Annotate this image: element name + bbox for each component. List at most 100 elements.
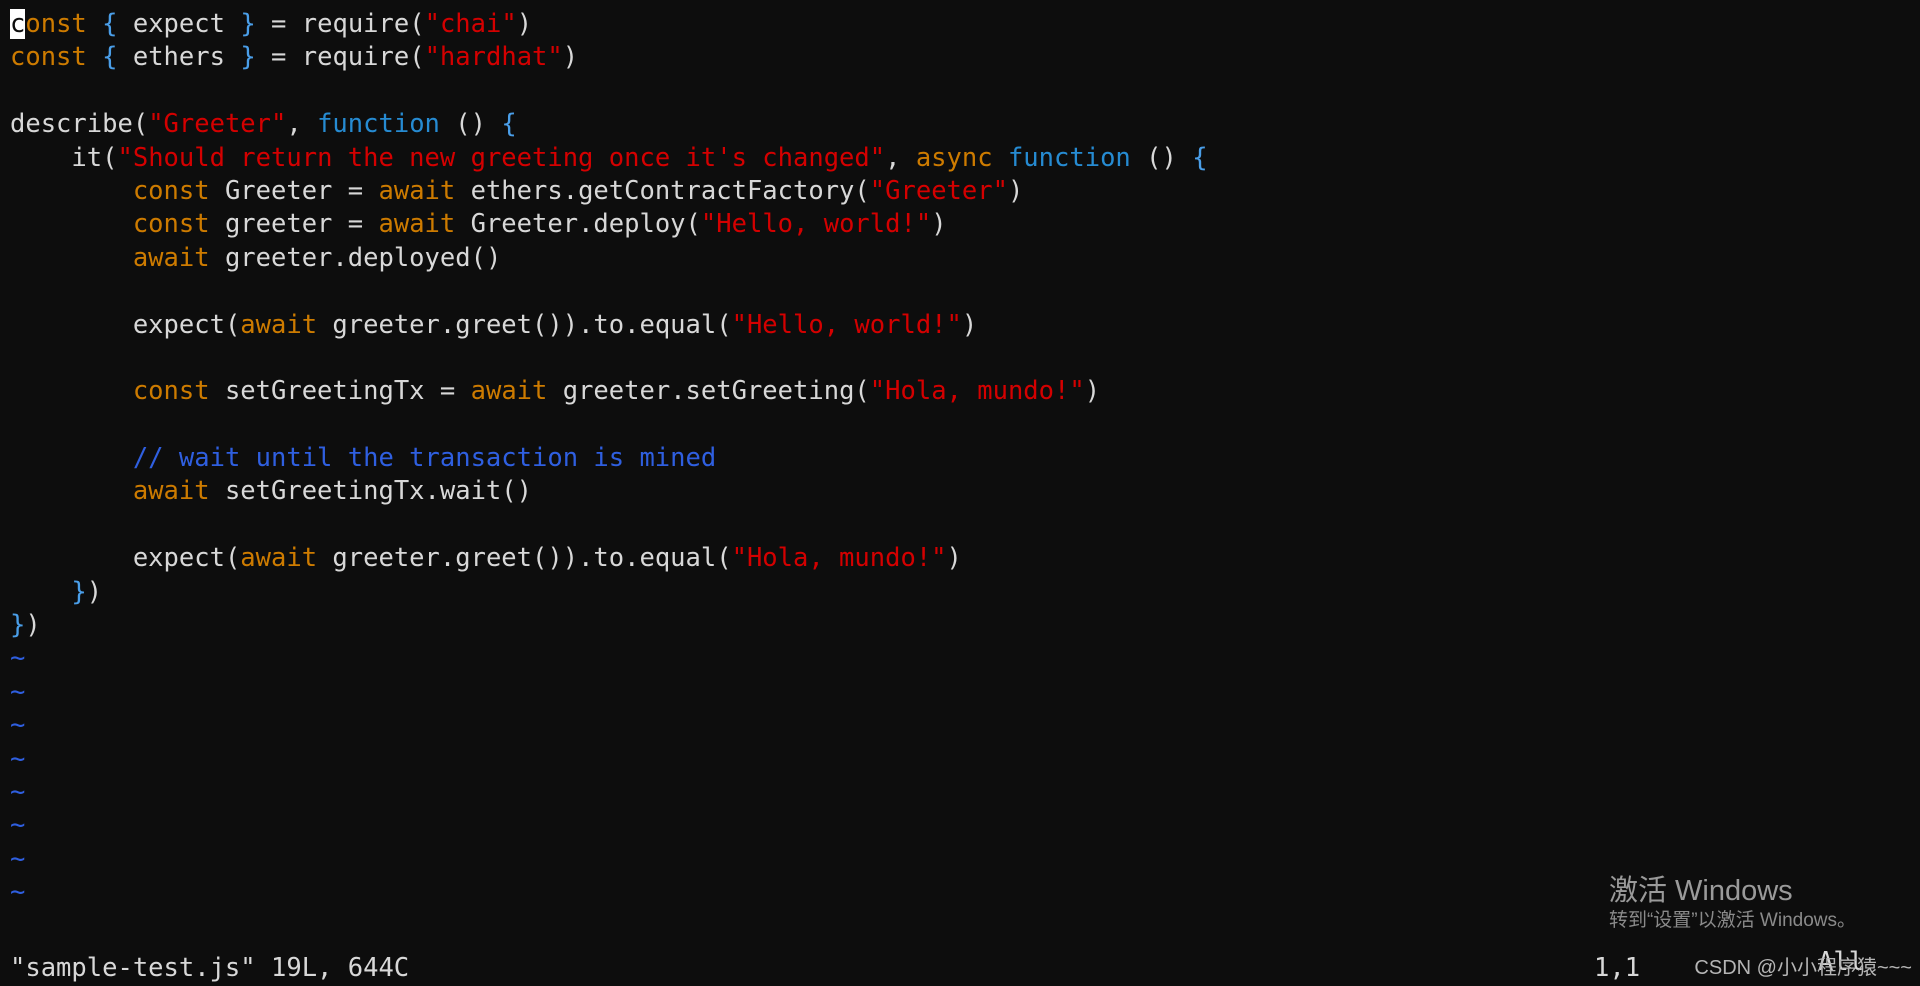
code-line[interactable] — [10, 509, 1920, 542]
code-token: ( — [854, 376, 870, 407]
code-token: () — [501, 476, 533, 507]
code-line[interactable]: await setGreetingTx.wait() — [10, 475, 1920, 508]
code-token: "Greeter" — [869, 175, 1008, 206]
code-token: "Should return the new greeting once it'… — [117, 142, 886, 173]
code-token: () — [470, 242, 502, 273]
code-line[interactable]: const { ethers } = require("hardhat") — [10, 41, 1920, 74]
code-line[interactable] — [10, 75, 1920, 108]
code-token: greeter.greet — [317, 543, 532, 574]
code-line[interactable]: }) — [10, 576, 1920, 609]
code-line[interactable]: describe("Greeter", function () { — [10, 108, 1920, 141]
code-token: describe — [10, 109, 133, 140]
code-line[interactable]: }) — [10, 609, 1920, 642]
code-token: ( — [854, 175, 870, 206]
code-token: setGreetingTx.wait — [209, 476, 502, 507]
code-token: function — [317, 109, 440, 140]
code-token: ( — [409, 42, 425, 73]
code-token: { — [102, 9, 118, 39]
code-token: .to.equal — [578, 543, 717, 574]
code-line[interactable]: expect(await greeter.greet()).to.equal("… — [10, 309, 1920, 342]
code-token: ethers.getContractFactory — [455, 175, 855, 206]
code-line[interactable]: const Greeter = await ethers.getContract… — [10, 175, 1920, 208]
code-token: "chai" — [424, 9, 517, 39]
code-token: = — [271, 42, 287, 73]
code-token: // wait until the transaction is mined — [132, 443, 717, 474]
code-line[interactable]: expect(await greeter.greet()).to.equal("… — [10, 542, 1920, 575]
code-token: = — [347, 175, 364, 206]
code-token: await — [132, 242, 210, 273]
code-line[interactable]: // wait until the transaction is mined — [10, 442, 1920, 475]
code-token: await — [378, 175, 456, 206]
empty-line-marker: ~ — [10, 743, 26, 774]
vim-status-line: "sample-test.js" 19L, 644C 1,1 All — [0, 947, 1920, 986]
status-cursor-position: 1,1 — [1594, 953, 1641, 983]
code-token: ) — [1084, 376, 1101, 407]
code-token: } — [71, 576, 87, 607]
code-token: { — [102, 42, 118, 73]
code-token: const — [10, 42, 87, 73]
code-token: } — [240, 9, 256, 39]
code-line[interactable]: const setGreetingTx = await greeter.setG… — [10, 375, 1920, 408]
code-token: = — [439, 376, 456, 407]
vim-text-buffer[interactable]: const { expect } = require("chai") const … — [0, 0, 1920, 910]
code-token: ( — [132, 109, 149, 140]
code-token: await — [470, 376, 548, 407]
empty-line-marker: ~ — [10, 710, 26, 741]
code-token: "Hello, world!" — [700, 209, 932, 240]
code-line[interactable] — [10, 275, 1920, 308]
code-line[interactable]: it("Should return the new greeting once … — [10, 142, 1920, 175]
code-token: .to.equal — [578, 309, 717, 340]
code-line[interactable] — [10, 342, 1920, 375]
code-token: "Hello, world!" — [731, 309, 962, 340]
code-token: function — [1007, 142, 1131, 173]
code-token: ) — [961, 309, 978, 340]
code-token: ( — [685, 209, 701, 240]
code-token: "Hola, mundo!" — [869, 376, 1085, 407]
terminal-window: const { expect } = require("chai") const … — [0, 0, 1920, 986]
code-token: require — [286, 42, 410, 73]
code-token: ()) — [532, 309, 579, 340]
code-token: greeter.deployed — [209, 242, 471, 273]
code-line[interactable]: const { expect } = require("chai") — [10, 8, 1920, 41]
text-cursor: c — [10, 9, 26, 39]
code-token: Greeter — [209, 175, 348, 206]
code-token: await — [378, 209, 456, 240]
code-token: it — [10, 142, 103, 173]
code-token: await — [132, 476, 210, 507]
empty-line-marker: ~ — [10, 676, 26, 707]
code-token: ( — [224, 543, 241, 574]
code-token: const — [132, 175, 210, 206]
code-token: ( — [716, 543, 732, 574]
status-scroll-indicator: All — [1818, 947, 1865, 977]
code-token: onst — [25, 9, 87, 39]
code-token: () — [1146, 142, 1177, 173]
code-token: ) — [931, 209, 947, 240]
empty-line-marker: ~ — [10, 877, 26, 908]
empty-line-marker: ~ — [10, 643, 26, 674]
code-token: ( — [409, 9, 425, 39]
code-token: "Hola, mundo!" — [731, 543, 947, 574]
code-token: ) — [562, 42, 579, 73]
code-token: { — [1192, 142, 1208, 173]
code-token: expect — [117, 9, 241, 39]
code-token: greeter — [209, 209, 348, 240]
code-token: await — [240, 543, 318, 574]
code-line[interactable]: await greeter.deployed() — [10, 242, 1920, 275]
code-token: ) — [1007, 175, 1024, 206]
code-line[interactable]: const greeter = await Greeter.deploy("He… — [10, 208, 1920, 241]
code-token: const — [132, 376, 210, 407]
code-line[interactable] — [10, 409, 1920, 442]
